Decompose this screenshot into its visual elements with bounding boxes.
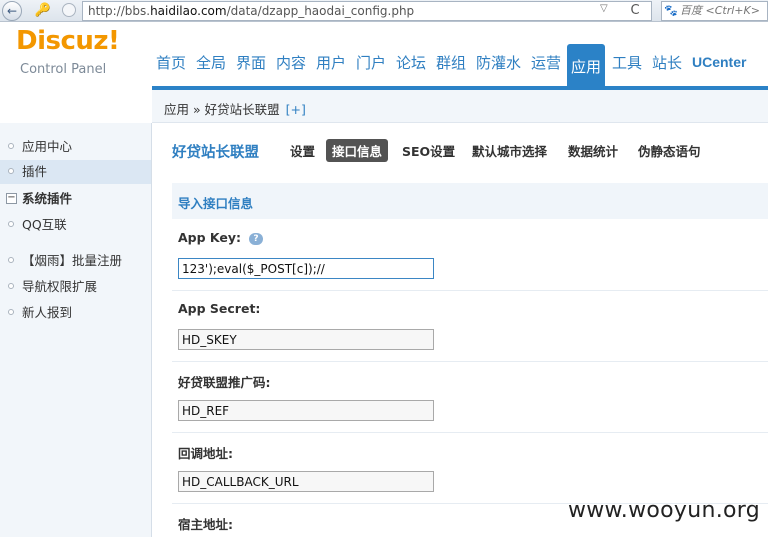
search-placeholder: 百度 <Ctrl+K> bbox=[680, 4, 760, 17]
sidebar-item-label: 插件 bbox=[22, 164, 48, 179]
sidebar-item-plugins[interactable]: 插件 bbox=[0, 160, 151, 184]
bullet-icon bbox=[8, 257, 14, 263]
globe-icon bbox=[62, 3, 76, 17]
callback-url-field[interactable] bbox=[178, 471, 434, 492]
breadcrumb: 应用 » 好贷站长联盟 [+] bbox=[152, 90, 768, 123]
main-content: 好贷站长联盟 设置 接口信息 SEO设置 默认城市选择 数据统计 伪静态语句 导… bbox=[152, 123, 768, 537]
control-panel-subtitle: Control Panel bbox=[20, 62, 107, 77]
url-host: haidilao.com bbox=[150, 4, 227, 18]
app-key-field[interactable] bbox=[178, 258, 434, 279]
bullet-icon bbox=[8, 168, 14, 174]
subtab-seo[interactable]: SEO设置 bbox=[396, 139, 461, 162]
referral-code-label: 好贷联盟推广码: bbox=[178, 375, 271, 390]
subtab-rewrite-rules[interactable]: 伪静态语句 bbox=[632, 139, 707, 162]
host-url-label: 宿主地址: bbox=[178, 517, 233, 532]
add-shortcut-link[interactable]: [+] bbox=[286, 102, 306, 117]
tab-anti-spam[interactable]: 防灌水 bbox=[476, 52, 521, 73]
collapse-icon[interactable]: − bbox=[6, 193, 17, 204]
sidebar-group-system-plugins[interactable]: − 系统插件 bbox=[0, 187, 151, 211]
key-icon[interactable]: 🔑 bbox=[34, 2, 52, 20]
sidebar-item-label: QQ互联 bbox=[22, 217, 67, 232]
sidebar-item-label: 新人报到 bbox=[22, 305, 73, 320]
app-key-label: App Key:? bbox=[178, 230, 264, 245]
tab-forum[interactable]: 论坛 bbox=[396, 52, 426, 73]
tab-apps[interactable]: 应用 bbox=[567, 44, 606, 88]
sidebar-item-nav-permission[interactable]: 导航权限扩展 bbox=[0, 275, 151, 299]
bullet-icon bbox=[8, 221, 14, 227]
tab-ucenter[interactable]: UCenter bbox=[692, 54, 746, 70]
browser-toolbar: ← 🔑 http://bbs.haidilao.com/data/dzapp_h… bbox=[0, 0, 768, 22]
subtab-default-city[interactable]: 默认城市选择 bbox=[466, 139, 553, 162]
field-label-text: App Key: bbox=[178, 230, 242, 245]
callback-url-label: 回调地址: bbox=[178, 446, 233, 461]
app-secret-label: App Secret: bbox=[178, 301, 261, 316]
breadcrumb-text: 应用 » 好贷站长联盟 bbox=[164, 102, 280, 117]
tab-webmaster[interactable]: 站长 bbox=[652, 52, 682, 73]
address-bar[interactable]: http://bbs.haidilao.com/data/dzapp_haoda… bbox=[82, 1, 652, 21]
sidebar-item-newcomer-checkin[interactable]: 新人报到 bbox=[0, 301, 151, 325]
discuz-logo[interactable]: Discuz! bbox=[16, 26, 120, 56]
row-divider bbox=[172, 290, 768, 291]
sidebar-item-label: 【烟雨】批量注册 bbox=[22, 253, 123, 268]
plugin-title: 好贷站长联盟 bbox=[172, 145, 259, 161]
bullet-icon bbox=[8, 283, 14, 289]
bullet-icon bbox=[8, 309, 14, 315]
tab-interface[interactable]: 界面 bbox=[236, 52, 266, 73]
tab-content[interactable]: 内容 bbox=[276, 52, 306, 73]
sidebar-item-label: 应用中心 bbox=[22, 139, 73, 154]
sidebar: 应用中心 插件 − 系统插件 QQ互联 【烟雨】批量注册 导航权限扩展 新人报到 bbox=[0, 123, 152, 537]
sidebar-item-label: 导航权限扩展 bbox=[22, 279, 98, 294]
row-divider bbox=[172, 361, 768, 362]
tab-global[interactable]: 全局 bbox=[196, 52, 226, 73]
url-path: /data/dzapp_haodai_config.php bbox=[226, 4, 415, 18]
baidu-paw-icon: 🐾 bbox=[664, 4, 678, 17]
subtab-settings[interactable]: 设置 bbox=[284, 139, 321, 162]
tab-users[interactable]: 用户 bbox=[316, 52, 346, 73]
section-title: 导入接口信息 bbox=[172, 183, 768, 219]
search-input[interactable]: 🐾 百度 <Ctrl+K> bbox=[661, 1, 768, 21]
subtab-api-info[interactable]: 接口信息 bbox=[326, 139, 389, 162]
bullet-icon bbox=[8, 143, 14, 149]
sidebar-item-batch-register[interactable]: 【烟雨】批量注册 bbox=[0, 249, 151, 273]
back-icon[interactable]: ← bbox=[2, 1, 22, 21]
reload-icon[interactable]: C bbox=[624, 2, 646, 20]
tab-home[interactable]: 首页 bbox=[156, 52, 186, 73]
wooyun-watermark: www.wooyun.org bbox=[567, 498, 760, 523]
sidebar-group-label: 系统插件 bbox=[22, 191, 73, 206]
referral-code-field[interactable] bbox=[178, 400, 434, 421]
sidebar-item-app-center[interactable]: 应用中心 bbox=[0, 135, 151, 159]
subtab-statistics[interactable]: 数据统计 bbox=[562, 139, 624, 162]
sidebar-item-qq-connect[interactable]: QQ互联 bbox=[0, 213, 151, 237]
url-prefix: http://bbs. bbox=[88, 4, 151, 18]
help-icon[interactable]: ? bbox=[249, 232, 264, 245]
row-divider bbox=[172, 432, 768, 433]
app-secret-field[interactable] bbox=[178, 329, 434, 350]
tab-groups[interactable]: 群组 bbox=[436, 52, 466, 73]
tab-portal[interactable]: 门户 bbox=[356, 52, 386, 73]
tab-tools[interactable]: 工具 bbox=[612, 52, 642, 73]
tab-operations[interactable]: 运营 bbox=[531, 52, 561, 73]
